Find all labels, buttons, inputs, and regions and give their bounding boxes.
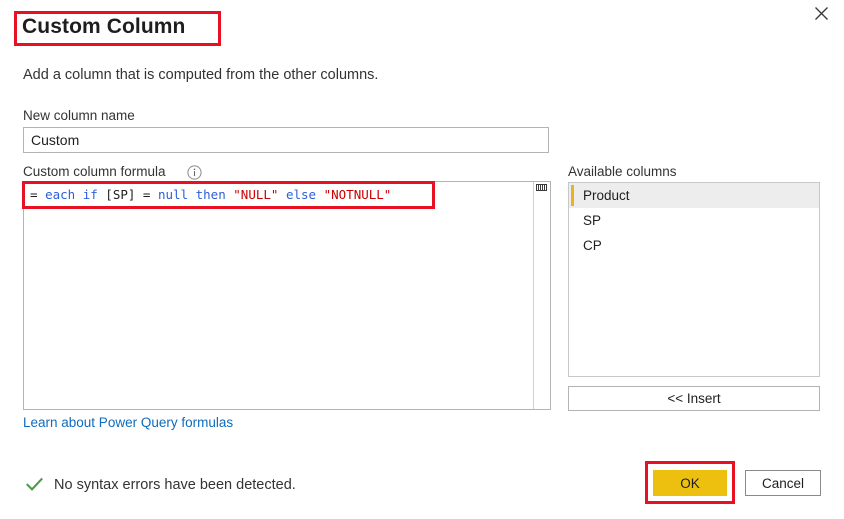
new-column-name-label: New column name — [23, 108, 135, 123]
close-icon[interactable] — [804, 0, 838, 26]
formula-token-2 — [75, 187, 83, 202]
available-columns-list[interactable]: Product SP CP — [568, 182, 820, 377]
formula-text[interactable]: = each if [SP] = null then "NULL" else "… — [24, 182, 533, 409]
formula-scrollbar-thumb[interactable] — [536, 184, 547, 191]
formula-scrollbar[interactable] — [533, 182, 550, 409]
formula-token-3: if — [82, 187, 98, 202]
ok-button[interactable]: OK — [653, 470, 727, 496]
formula-token-0: = — [30, 187, 46, 202]
new-column-name-input[interactable] — [23, 127, 549, 153]
custom-column-formula-label: Custom column formula — [23, 164, 166, 179]
cancel-button[interactable]: Cancel — [745, 470, 821, 496]
formula-token-11: else — [285, 187, 317, 202]
checkmark-icon — [26, 477, 43, 491]
formula-token-12 — [316, 187, 324, 202]
custom-column-dialog: Custom Column Add a column that is compu… — [0, 0, 844, 519]
custom-column-formula-editor[interactable]: = each if [SP] = null then "NULL" else "… — [23, 181, 551, 410]
status-text: No syntax errors have been detected. — [54, 476, 296, 493]
formula-token-5: null — [157, 187, 189, 202]
available-column-item[interactable]: CP — [569, 233, 819, 258]
formula-token-9: "NULL" — [233, 187, 279, 202]
formula-token-6 — [188, 187, 196, 202]
dialog-description: Add a column that is computed from the o… — [23, 67, 379, 83]
insert-button[interactable]: << Insert — [568, 386, 820, 411]
formula-token-1: each — [45, 187, 76, 202]
learn-about-power-query-formulas-link[interactable]: Learn about Power Query formulas — [23, 415, 233, 430]
formula-token-7: then — [195, 187, 226, 202]
formula-token-4: [SP] = — [97, 187, 158, 202]
status-bar: No syntax errors have been detected. — [26, 476, 296, 493]
formula-token-10 — [278, 187, 286, 202]
available-columns-label: Available columns — [568, 164, 677, 179]
available-column-item[interactable]: Product — [569, 183, 819, 208]
formula-token-13: "NOTNULL" — [323, 187, 392, 202]
info-icon[interactable] — [187, 165, 202, 180]
page-title: Custom Column — [22, 15, 186, 38]
available-column-item[interactable]: SP — [569, 208, 819, 233]
